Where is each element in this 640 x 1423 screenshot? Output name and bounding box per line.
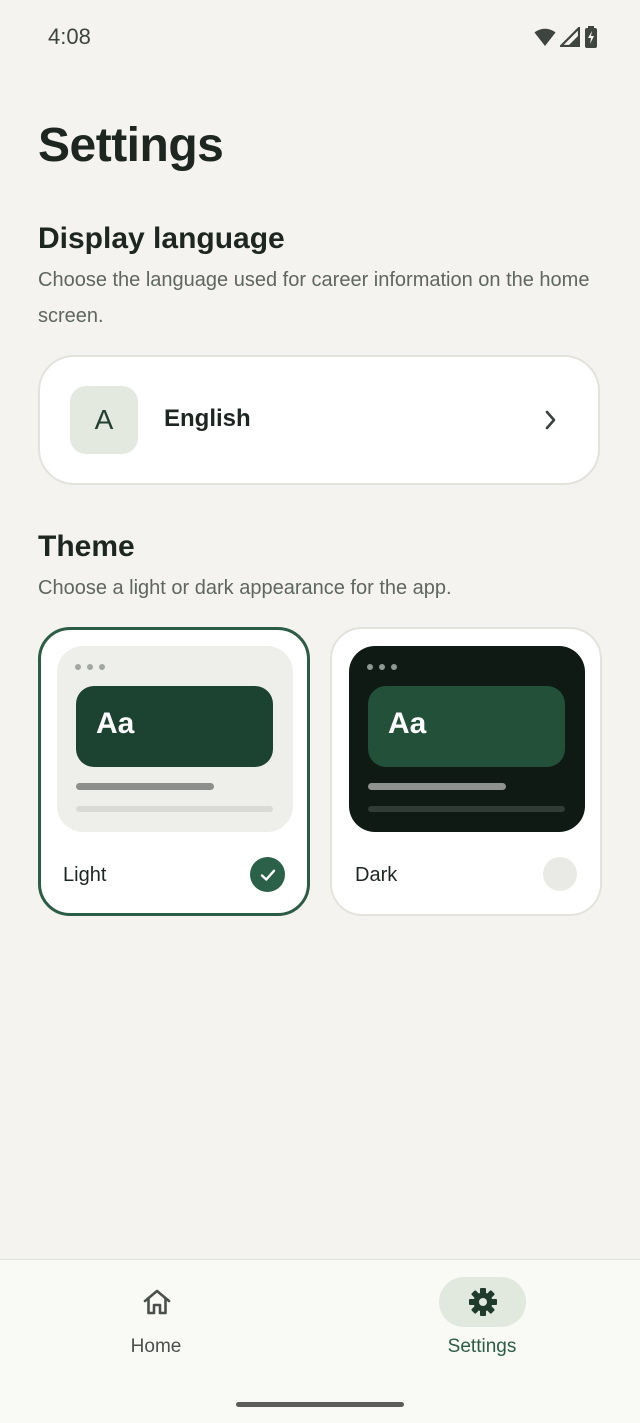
theme-option-light[interactable]: Aa Light — [38, 627, 310, 916]
checkmark-icon — [250, 857, 285, 892]
window-dots — [367, 664, 397, 670]
theme-title: Theme — [38, 530, 135, 563]
display-language-description: Choose the language used for career info… — [38, 269, 590, 327]
status-bar: 4:08 — [0, 0, 640, 76]
theme-description: Choose a light or dark appearance for th… — [38, 577, 452, 599]
selected-language-label: English — [164, 405, 251, 432]
wifi-icon — [534, 27, 556, 52]
preview-line — [76, 783, 214, 790]
display-language-title: Display language — [38, 222, 285, 255]
theme-option-dark[interactable]: Aa Dark — [330, 627, 602, 916]
theme-option-label: Light — [63, 864, 107, 886]
nav-label-settings: Settings — [447, 1336, 517, 1357]
battery-charging-icon — [584, 26, 598, 53]
nav-item-home[interactable]: Home — [56, 1260, 256, 1370]
theme-option-label: Dark — [355, 864, 398, 886]
bottom-navigation: Home Settings — [0, 1259, 640, 1423]
preview-text-block: Aa — [368, 686, 565, 767]
gear-icon — [439, 1277, 526, 1327]
gesture-navigation-bar[interactable] — [236, 1402, 404, 1407]
preview-line — [368, 806, 565, 812]
preview-line — [368, 783, 506, 790]
language-avatar: A — [70, 386, 138, 454]
preview-line — [76, 806, 273, 812]
nav-label-home: Home — [130, 1336, 182, 1357]
light-theme-preview: Aa — [57, 646, 293, 832]
nav-item-settings[interactable]: Settings — [382, 1260, 582, 1370]
status-icons — [534, 25, 598, 53]
dark-theme-preview: Aa — [349, 646, 585, 832]
window-dots — [75, 664, 105, 670]
radio-unselected-icon[interactable] — [543, 857, 577, 891]
preview-text-block: Aa — [76, 686, 273, 767]
status-time: 4:08 — [48, 24, 91, 49]
home-icon — [113, 1277, 200, 1327]
page-title: Settings — [38, 119, 224, 172]
language-selector-card[interactable]: A English — [38, 355, 600, 485]
cellular-signal-icon — [558, 25, 581, 52]
chevron-right-icon — [544, 409, 558, 436]
